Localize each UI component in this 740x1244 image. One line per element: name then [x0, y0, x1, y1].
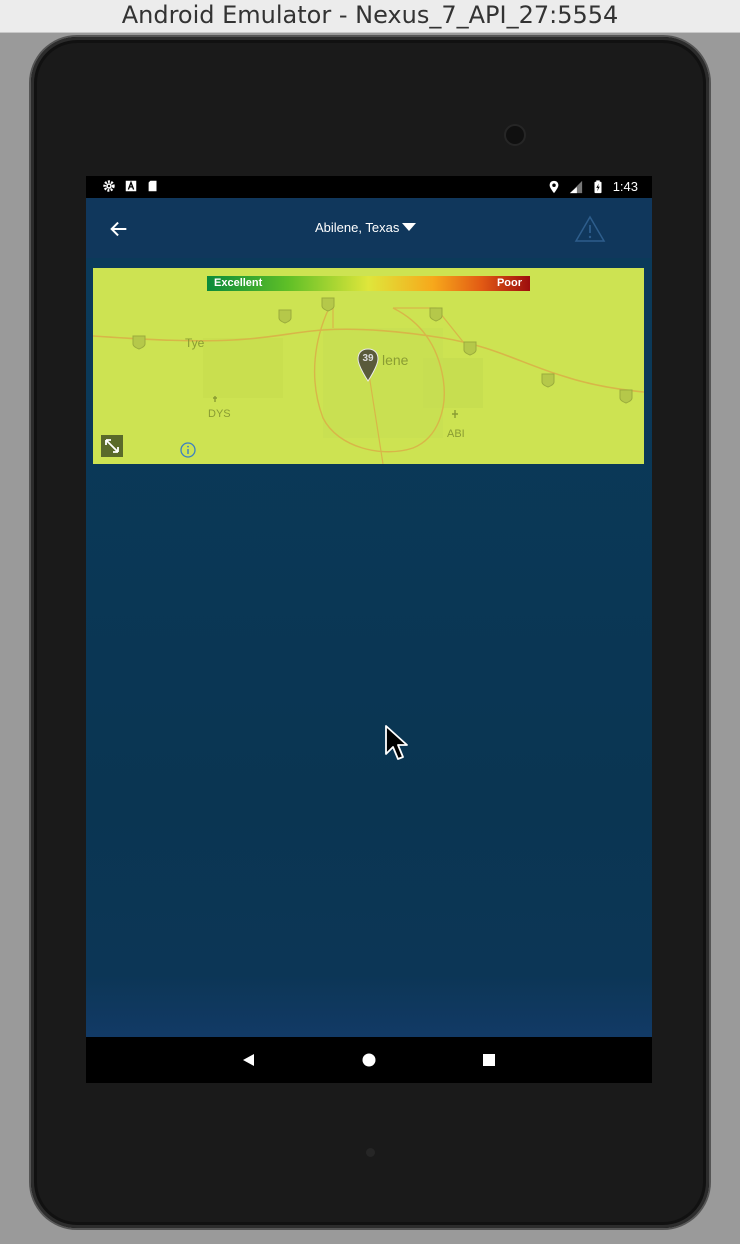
battery-icon — [594, 180, 602, 194]
gear-icon — [103, 180, 115, 192]
expand-icon — [105, 439, 119, 453]
aqi-legend-bar: Excellent Poor — [207, 276, 530, 291]
location-pin-icon — [549, 180, 559, 194]
speaker-dot — [366, 1148, 375, 1157]
android-nav-bar — [86, 1037, 652, 1083]
expand-map-button[interactable] — [101, 435, 123, 457]
aqi-marker-value: 39 — [362, 353, 374, 364]
legend-poor-label: Poor — [496, 277, 522, 289]
legend-excellent-label: Excellent — [214, 277, 263, 289]
a-badge-icon — [125, 180, 137, 192]
map-label-town: Tye — [185, 336, 205, 350]
main-content: Tye DYS ABI lene Excellent Poor 39 — [86, 258, 652, 1037]
location-label: Abilene, Texas — [315, 219, 400, 235]
app-bar: Abilene, Texas — [86, 198, 652, 258]
caret-down-icon — [402, 223, 417, 231]
mouse-pointer-icon — [385, 725, 408, 760]
info-icon[interactable] — [180, 442, 196, 458]
arrow-left-icon[interactable] — [108, 218, 130, 240]
device-screen: 1:43 Abilene, Texas Tye DYS ABI lene Exc… — [86, 176, 652, 1083]
recents-square-icon[interactable] — [480, 1051, 498, 1069]
back-triangle-icon[interactable] — [240, 1051, 258, 1069]
status-bar: 1:43 — [86, 176, 652, 198]
warning-triangle-icon[interactable] — [574, 214, 606, 244]
home-circle-icon[interactable] — [360, 1051, 378, 1069]
camera-icon — [506, 126, 524, 144]
window-title: Android Emulator - Nexus_7_API_27:5554 — [0, 0, 740, 33]
map-label-city: lene — [382, 352, 409, 368]
aqi-marker[interactable]: 39 — [356, 348, 380, 382]
map-label-airport-west: DYS — [208, 408, 231, 420]
signal-icon — [569, 180, 582, 194]
location-dropdown[interactable]: Abilene, Texas — [315, 217, 417, 237]
sd-card-icon — [148, 180, 157, 192]
air-quality-map[interactable]: Tye DYS ABI lene Excellent Poor 39 — [93, 268, 644, 464]
status-clock: 1:43 — [612, 179, 638, 194]
map-label-airport-east: ABI — [447, 428, 465, 440]
